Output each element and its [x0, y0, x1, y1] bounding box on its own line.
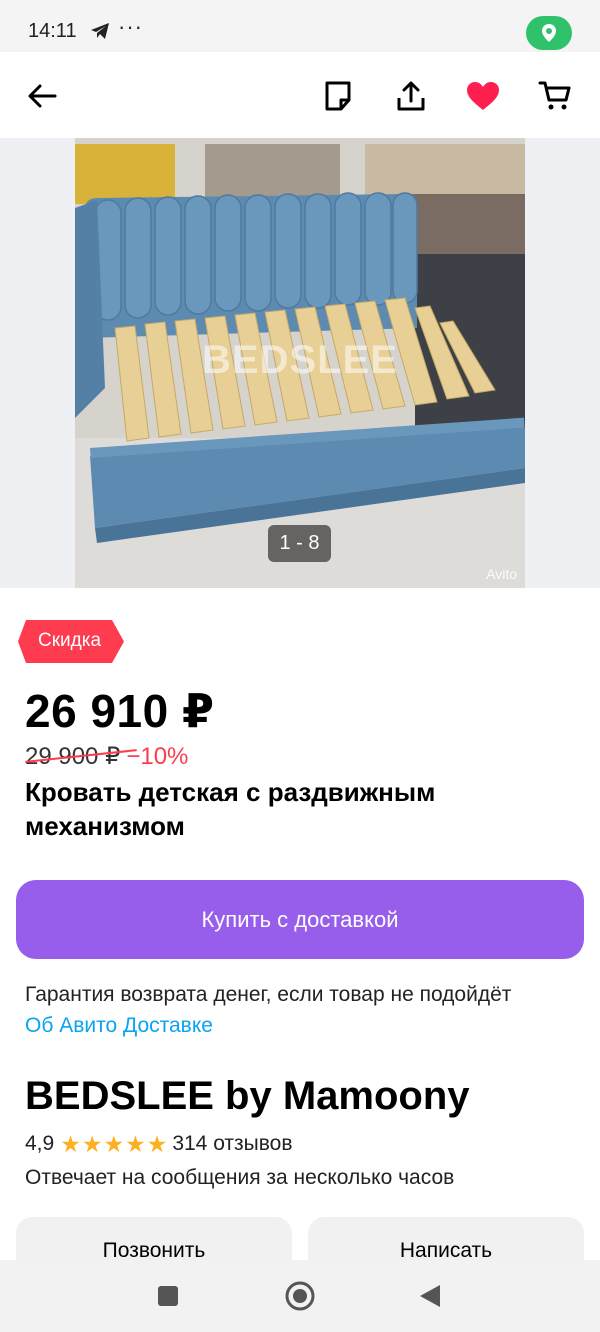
status-more: ··· — [118, 14, 143, 39]
recents-icon[interactable] — [138, 1260, 198, 1332]
discount-badge: Скидка — [18, 620, 124, 663]
photo-watermark: BEDSLEE — [202, 338, 398, 382]
seller-name[interactable]: BEDSLEE by Mamoony — [25, 1074, 470, 1119]
rating-value: 4,9 — [25, 1132, 55, 1155]
money-back-guarantee: Гарантия возврата денег, если товар не п… — [25, 983, 512, 1006]
rating-stars: ★ ★ ★ ★ ★ — [60, 1130, 168, 1157]
back-arrow-icon[interactable] — [22, 76, 62, 116]
discount-percent: −10% — [126, 743, 189, 770]
star-icon: ★ — [125, 1130, 146, 1157]
telegram-icon — [90, 22, 110, 45]
location-icon — [526, 16, 572, 50]
app-bar — [0, 52, 600, 138]
note-icon[interactable] — [318, 76, 358, 116]
photo-counter: 1 - 8 — [268, 525, 331, 562]
seller-rating[interactable]: 4,9 ★ ★ ★ ★ ★ 314 отзывов — [25, 1132, 293, 1156]
cart-icon[interactable] — [535, 76, 575, 116]
share-icon[interactable] — [391, 76, 431, 116]
old-price: 29 900 ₽ — [25, 743, 137, 770]
avito-watermark: Avito — [486, 566, 517, 582]
heart-icon[interactable] — [463, 76, 503, 116]
back-icon[interactable] — [400, 1260, 460, 1332]
price: 26 910 ₽ — [25, 685, 215, 737]
response-time: Отвечает на сообщения за несколько часов — [25, 1166, 455, 1189]
buy-with-delivery-button[interactable]: Купить с доставкой — [16, 880, 584, 959]
status-bar: 14:11 ··· — [0, 0, 600, 52]
star-icon: ★ — [103, 1130, 125, 1157]
discount-badge-label: Скидка — [38, 630, 102, 651]
reviews-count: 314 отзывов — [172, 1132, 293, 1155]
star-icon: ★ — [60, 1130, 81, 1157]
system-nav-bar — [0, 1260, 600, 1332]
status-time: 14:11 — [28, 20, 77, 42]
about-delivery-link[interactable]: Об Авито Доставке — [25, 1014, 213, 1038]
star-icon: ★ — [146, 1130, 168, 1157]
star-icon: ★ — [81, 1130, 103, 1157]
listing-title: Кровать детская с раздвижным механизмом — [25, 777, 436, 841]
image-gallery[interactable]: BEDSLEE Avito 1 - 8 — [0, 138, 600, 588]
old-price-row: 29 900 ₽−10% — [25, 742, 188, 771]
home-icon[interactable] — [270, 1260, 330, 1332]
product-photo[interactable]: BEDSLEE Avito — [75, 138, 525, 588]
